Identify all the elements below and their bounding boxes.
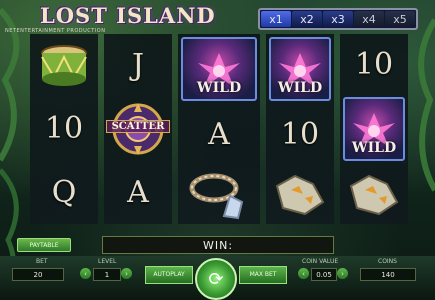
- coin-value-decrease-button[interactable]: ‹: [298, 268, 309, 279]
- bet-label: BET: [36, 258, 48, 265]
- coins-label: COINS: [378, 258, 397, 265]
- multiplier-x3: x3: [323, 11, 353, 27]
- reel-1-row-3: Q: [30, 161, 98, 224]
- stone-idol-icon: [349, 174, 399, 216]
- reel-2-row-1: J: [104, 34, 172, 97]
- stone-idol-icon: [275, 174, 325, 216]
- reel-4-row-1-wild: WILD: [269, 37, 331, 101]
- reel-1-row-1: [30, 34, 98, 97]
- multiplier-x4: x4: [354, 11, 384, 27]
- autoplay-button[interactable]: AUTOPLAY: [145, 266, 193, 284]
- reel-3-row-2: A: [178, 104, 260, 164]
- card-q-symbol: Q: [51, 174, 77, 210]
- max-bet-button[interactable]: MAX BET: [239, 266, 287, 284]
- card-10-symbol: 10: [44, 111, 84, 147]
- scatter-label: SCATTER: [106, 120, 170, 134]
- reel-5-row-1: 10: [340, 34, 408, 94]
- coins-value: 140: [360, 268, 416, 281]
- pearl-necklace-icon: [189, 173, 244, 220]
- spin-icon: ⟳: [208, 268, 224, 290]
- reel-2-row-3: A: [104, 161, 172, 224]
- bet-value: 20: [12, 268, 64, 281]
- reel-4-row-3: [266, 164, 334, 224]
- coin-value-increase-button[interactable]: ›: [337, 268, 348, 279]
- multiplier-x5: x5: [385, 11, 415, 27]
- reel-3: WILD A: [178, 34, 260, 224]
- coin-value-label: COIN VALUE: [302, 258, 339, 265]
- reel-2-row-2: SCATTER: [104, 97, 172, 160]
- win-display: WIN:: [102, 236, 334, 254]
- multiplier-bar: x1 x2 x3 x4 x5: [258, 8, 418, 30]
- spin-button[interactable]: ⟳: [195, 258, 237, 300]
- card-10-symbol: 10: [354, 46, 394, 82]
- multiplier-x1: x1: [261, 11, 291, 27]
- game-title: LOST ISLAND: [40, 3, 216, 28]
- reel-4: WILD 10: [266, 34, 334, 224]
- level-increase-button[interactable]: ›: [121, 268, 132, 279]
- reel-2: J SCATTER A: [104, 34, 172, 224]
- paytable-button[interactable]: PAYTABLE: [17, 238, 71, 252]
- reel-1: 10 Q: [30, 34, 98, 224]
- reel-5-row-2-wild: WILD: [343, 97, 405, 161]
- coin-value: 0.05: [311, 268, 337, 281]
- multiplier-x2: x2: [292, 11, 322, 27]
- reel-3-row-3: [178, 164, 260, 224]
- drum-icon: [41, 44, 87, 86]
- card-10-symbol: 10: [280, 116, 320, 152]
- reel-1-row-2: 10: [30, 97, 98, 160]
- level-value: 1: [93, 268, 121, 281]
- reel-5: 10 WILD: [340, 34, 408, 224]
- reel-3-row-1-wild: WILD: [181, 37, 257, 101]
- wild-label: WILD: [351, 140, 397, 156]
- level-decrease-button[interactable]: ‹: [80, 268, 91, 279]
- reel-5-row-3: [340, 164, 408, 224]
- reel-4-row-2: 10: [266, 104, 334, 164]
- reel-grid: 10 Q J SCATTER A WILD A WILD 10 10 WILD: [30, 34, 408, 224]
- card-j-symbol: J: [131, 48, 145, 84]
- wild-label: WILD: [196, 80, 242, 96]
- level-label: LEVEL: [98, 258, 117, 265]
- leaf-right-decoration: [418, 18, 435, 192]
- card-a-symbol: A: [127, 174, 149, 210]
- win-label: WIN:: [202, 238, 234, 252]
- card-a-symbol: A: [208, 116, 230, 152]
- wild-label: WILD: [277, 80, 323, 96]
